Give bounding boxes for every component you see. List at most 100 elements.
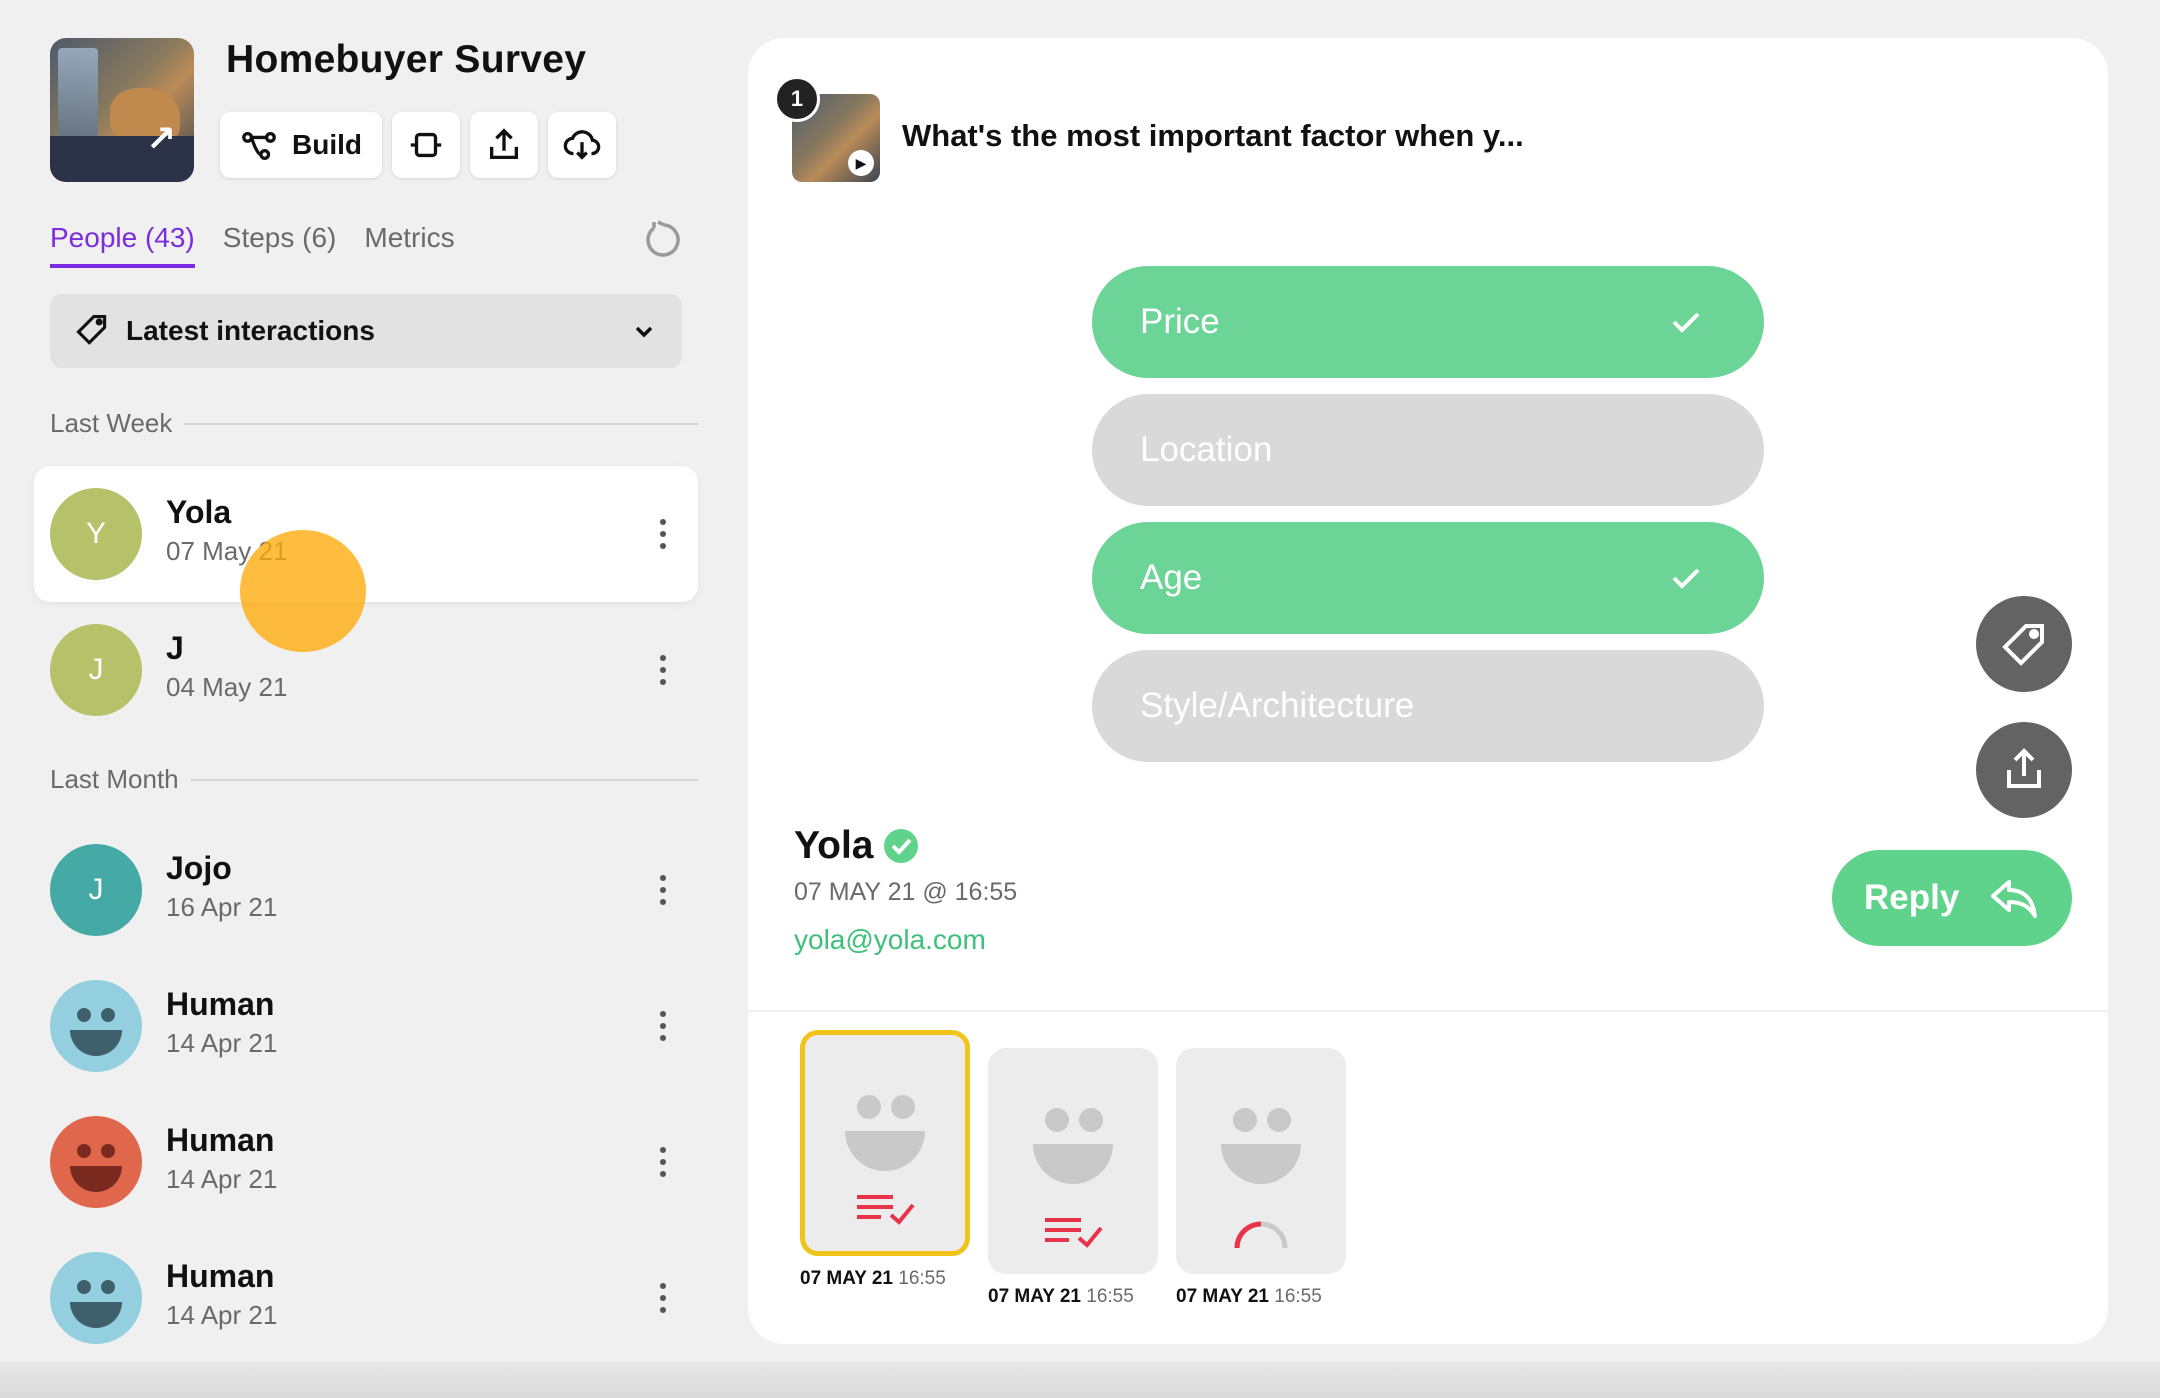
response-card[interactable] xyxy=(988,1048,1158,1274)
option-label: Style/Architecture xyxy=(1140,686,1415,725)
play-icon: ▶ xyxy=(848,150,874,176)
response-thumbnail[interactable]: 07 MAY 21 16:55 xyxy=(988,1048,1158,1308)
response-date: 07 MAY 21 xyxy=(988,1286,1081,1307)
tab-metrics[interactable]: Metrics xyxy=(364,222,454,268)
tag-button[interactable] xyxy=(1976,596,2072,692)
section-label: Last Month xyxy=(50,764,179,794)
list-item-person[interactable]: Y Yola 07 May 21 xyxy=(34,466,698,602)
smiley-face-icon xyxy=(1033,1108,1113,1184)
list-item-person[interactable]: J Jojo 16 Apr 21 xyxy=(34,822,698,958)
bottom-edge xyxy=(0,1362,2160,1398)
reply-button[interactable]: Reply xyxy=(1832,850,2072,946)
list-item-person[interactable]: Human 14 Apr 21 xyxy=(34,1094,698,1230)
response-thumbnail[interactable]: 07 MAY 21 16:55 xyxy=(800,1030,970,1290)
response-time: 16:55 xyxy=(1274,1286,1322,1307)
list-item-person[interactable]: Human 14 Apr 21 xyxy=(34,1230,698,1366)
divider xyxy=(748,1010,2108,1012)
response-date: 07 MAY 21 xyxy=(800,1268,893,1289)
chevron-down-icon xyxy=(635,326,653,338)
build-button[interactable]: Build xyxy=(220,112,382,178)
option-label: Price xyxy=(1140,302,1220,341)
people-panel: ↗ Homebuyer Survey Build People (43) Ste… xyxy=(0,0,720,1398)
response-stamp: 07 MAY 21 16:55 xyxy=(988,1286,1158,1308)
smiley-face-icon xyxy=(70,1008,122,1056)
option-label: Age xyxy=(1140,558,1203,597)
response-card[interactable] xyxy=(800,1030,970,1256)
person-date: 14 Apr 21 xyxy=(166,1028,278,1058)
more-options-icon[interactable] xyxy=(658,870,668,910)
person-name: Jojo xyxy=(166,850,232,886)
section-last-month: Last Month xyxy=(50,764,698,795)
smiley-face-icon xyxy=(70,1144,122,1192)
divider xyxy=(184,422,698,425)
list-item-person[interactable]: J J 04 May 21 xyxy=(34,602,698,738)
more-options-icon[interactable] xyxy=(658,1278,668,1318)
person-date: 14 Apr 21 xyxy=(166,1164,278,1194)
more-options-icon[interactable] xyxy=(658,1006,668,1046)
person-name: Yola xyxy=(166,494,232,530)
smiley-face-icon xyxy=(1221,1108,1301,1184)
share-button[interactable] xyxy=(470,112,538,178)
person-date: 14 Apr 21 xyxy=(166,1300,278,1330)
refresh-icon[interactable] xyxy=(644,220,684,260)
response-time: 16:55 xyxy=(1086,1286,1134,1307)
option-style-architecture[interactable]: Style/Architecture xyxy=(1092,650,1764,762)
tab-people[interactable]: People (43) xyxy=(50,222,195,268)
respondent-email-link[interactable]: yola@yola.com xyxy=(794,924,986,956)
list-item-person[interactable]: Human 14 Apr 21 xyxy=(34,958,698,1094)
rating-gauge-icon xyxy=(1234,1221,1288,1249)
filter-label: Latest interactions xyxy=(126,315,375,346)
response-timestamp: 07 MAY 21 @ 16:55 xyxy=(794,878,1018,906)
person-name: Human xyxy=(166,1122,275,1158)
question-number-badge: 1 xyxy=(774,76,820,122)
avatar: Y xyxy=(50,488,142,580)
response-stamp: 07 MAY 21 16:55 xyxy=(1176,1286,1346,1308)
tag-icon xyxy=(2002,624,2044,666)
survey-toolbar: Build xyxy=(220,112,616,178)
divider xyxy=(190,778,698,781)
person-date: 04 May 21 xyxy=(166,672,288,702)
section-label: Last Week xyxy=(50,408,173,438)
multiple-choice-icon xyxy=(1045,1218,1103,1248)
person-name: J xyxy=(166,630,184,666)
more-options-icon[interactable] xyxy=(658,650,668,690)
option-location[interactable]: Location xyxy=(1092,394,1764,506)
response-card[interactable] xyxy=(1176,1048,1346,1274)
smiley-face-icon xyxy=(70,1280,122,1328)
respondent-name-row: Yola xyxy=(794,824,919,868)
checkmark-icon xyxy=(1672,568,1700,589)
more-options-icon[interactable] xyxy=(658,514,668,554)
more-options-icon[interactable] xyxy=(658,1142,668,1182)
question-text: What's the most important factor when y.… xyxy=(902,118,1524,153)
reply-arrow-icon xyxy=(1991,880,2038,918)
option-age[interactable]: Age xyxy=(1092,522,1764,634)
checkmark-icon xyxy=(1672,312,1700,333)
person-name: Human xyxy=(166,986,275,1022)
upload-icon xyxy=(489,128,519,160)
open-external-icon: ↗ xyxy=(145,118,176,159)
tab-steps[interactable]: Steps (6) xyxy=(223,222,337,268)
response-time: 16:55 xyxy=(898,1268,946,1289)
response-date: 07 MAY 21 xyxy=(1176,1286,1269,1307)
multiple-choice-icon xyxy=(857,1195,915,1225)
response-thumbnail[interactable]: 07 MAY 21 16:55 xyxy=(1176,1048,1346,1308)
survey-title: Homebuyer Survey xyxy=(226,38,587,81)
person-name: Human xyxy=(166,1258,275,1294)
embed-button[interactable] xyxy=(392,112,460,178)
avatar xyxy=(50,1116,142,1208)
interaction-filter-dropdown[interactable]: Latest interactions xyxy=(50,294,682,368)
survey-thumbnail[interactable]: ↗ xyxy=(50,38,194,182)
cloud-download-icon xyxy=(563,130,601,160)
avatar: J xyxy=(50,624,142,716)
avatar xyxy=(50,1252,142,1344)
people-tabs: People (43) Steps (6) Metrics xyxy=(50,222,455,268)
download-button[interactable] xyxy=(548,112,616,178)
person-date: 07 May 21 xyxy=(166,536,288,566)
respondent-name: Yola xyxy=(794,824,874,867)
build-label: Build xyxy=(292,129,362,160)
option-price[interactable]: Price xyxy=(1092,266,1764,378)
person-date: 16 Apr 21 xyxy=(166,892,278,922)
answer-options: Price Location Age Style/Architecture xyxy=(1092,266,1764,778)
share-response-button[interactable] xyxy=(1976,722,2072,818)
section-last-week: Last Week xyxy=(50,408,698,439)
